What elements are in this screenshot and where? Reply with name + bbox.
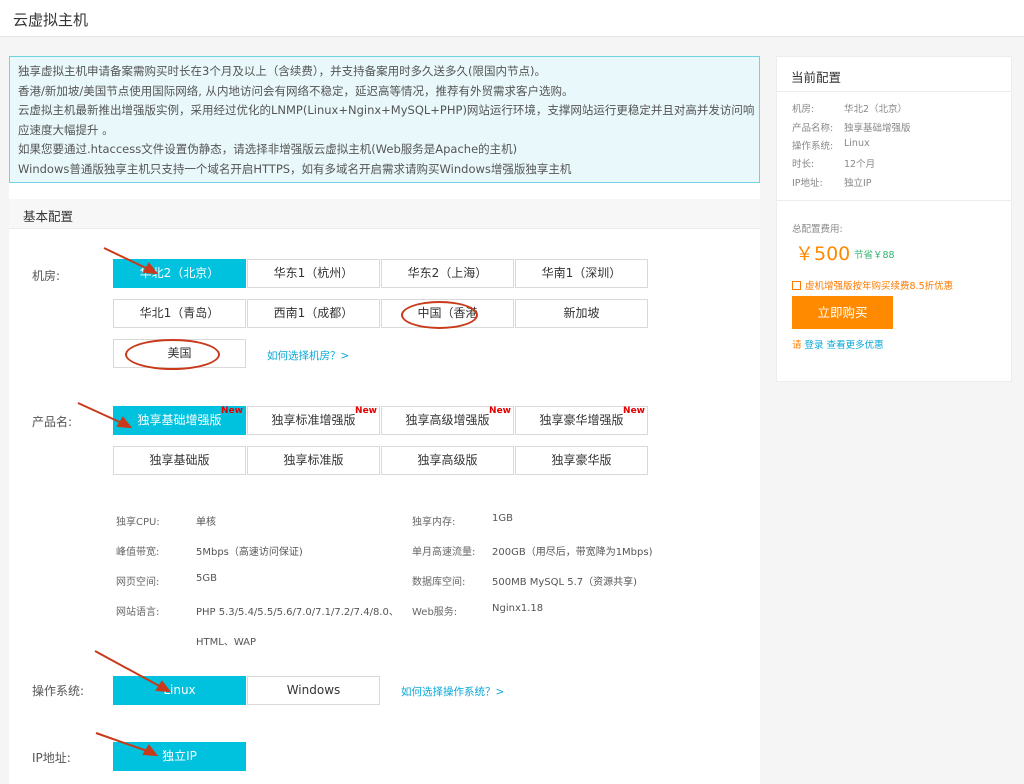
login-prefix: 请 bbox=[792, 340, 805, 351]
new-badge: New bbox=[489, 406, 511, 416]
notice-line: 云虚拟主机最新推出增强版实例，采用经过优化的LNMP(Linux+Nginx+M… bbox=[18, 103, 755, 117]
product-option-label: 独享标准增强版 bbox=[271, 413, 356, 427]
page-title: 云虚拟主机 bbox=[13, 11, 89, 29]
total-cost-label: 总配置费用: bbox=[792, 224, 843, 235]
spec-bandwidth-value: 5Mbps（高速访问保证) bbox=[196, 547, 303, 558]
product-option-standard[interactable]: 独享标准版 bbox=[247, 446, 380, 475]
region-option-shenzhen[interactable]: 华南1（深圳） bbox=[515, 259, 648, 288]
config-product-value: 独享基础增强版 bbox=[844, 123, 911, 134]
product-option-advanced[interactable]: 独享高级版 bbox=[381, 446, 514, 475]
spec-traffic-value: 200GB（用尽后，带宽降为1Mbps) bbox=[492, 547, 653, 558]
buy-now-button[interactable]: 立即购买 bbox=[792, 296, 893, 329]
login-hint: 请 登录 查看更多优惠 bbox=[792, 337, 884, 351]
product-option-luxury[interactable]: 独享豪华版 bbox=[515, 446, 648, 475]
promo-text: 虚机增强版按年购买续费8.5折优惠 bbox=[792, 278, 953, 292]
region-label: 机房: bbox=[32, 269, 61, 283]
config-region-label: 机房: bbox=[792, 104, 815, 115]
basic-config-header: 基本配置 bbox=[9, 199, 760, 229]
notice-line: 独享虚拟主机申请备案需购买时长在3个月及以上（含续费），并支持备案用时多久送多久… bbox=[18, 64, 547, 78]
spec-language-value-cont: HTML、WAP bbox=[196, 637, 257, 648]
config-region-value: 华北2（北京） bbox=[844, 104, 908, 115]
os-label: 操作系统: bbox=[32, 684, 85, 698]
os-option-linux[interactable]: Linux bbox=[113, 676, 246, 705]
product-option-standard-plus[interactable]: 独享标准增强版 New bbox=[247, 406, 380, 435]
top-bar: 云虚拟主机 bbox=[0, 0, 1024, 37]
spec-db-label: 数据库空间: bbox=[412, 577, 466, 588]
spec-mem-label: 独享内存: bbox=[412, 517, 456, 528]
spec-cpu-value: 单核 bbox=[196, 517, 216, 528]
product-option-label: 独享豪华增强版 bbox=[539, 413, 624, 427]
spec-webserver-label: Web服务: bbox=[412, 607, 458, 618]
ip-label: IP地址: bbox=[32, 751, 71, 765]
promo-label: 虚机增强版按年购买续费8.5折优惠 bbox=[805, 281, 954, 292]
config-duration-label: 时长: bbox=[792, 159, 815, 170]
more-discounts-link[interactable]: 查看更多优惠 bbox=[824, 340, 884, 351]
gift-icon bbox=[792, 281, 801, 290]
main-panel: 独享虚拟主机申请备案需购买时长在3个月及以上（含续费），并支持备案用时多久送多久… bbox=[9, 56, 760, 784]
config-duration-value: 12个月 bbox=[844, 159, 876, 170]
total-price: ￥500 bbox=[795, 243, 851, 265]
divider bbox=[777, 200, 1011, 201]
spec-webserver-value: Nginx1.18 bbox=[492, 603, 544, 614]
os-option-windows[interactable]: Windows bbox=[247, 676, 380, 705]
product-option-label: 独享基础增强版 bbox=[137, 413, 222, 427]
config-ip-value: 独立IP bbox=[844, 178, 872, 189]
config-os-value: Linux bbox=[844, 138, 870, 149]
product-option-basic-plus[interactable]: 独享基础增强版 New bbox=[113, 406, 246, 435]
spec-cpu-label: 独享CPU: bbox=[116, 517, 160, 528]
new-badge: New bbox=[623, 406, 645, 416]
region-option-hangzhou[interactable]: 华东1（杭州） bbox=[247, 259, 380, 288]
spec-language-value: PHP 5.3/5.4/5.5/5.6/7.0/7.1/7.2/7.4/8.0、 bbox=[196, 607, 399, 618]
region-help-link[interactable]: 如何选择机房？> bbox=[267, 348, 349, 363]
ip-option-dedicated[interactable]: 独立IP bbox=[113, 742, 246, 771]
region-option-beijing[interactable]: 华北2（北京） bbox=[113, 259, 246, 288]
spec-web-space-label: 网页空间: bbox=[116, 577, 160, 588]
product-option-basic[interactable]: 独享基础版 bbox=[113, 446, 246, 475]
product-label: 产品名: bbox=[32, 415, 73, 429]
notice-line: 应速度大幅提升 。 bbox=[18, 122, 114, 137]
region-option-chengdu[interactable]: 西南1（成都） bbox=[247, 299, 380, 328]
product-option-label: 独享高级增强版 bbox=[405, 413, 490, 427]
current-config-title: 当前配置 bbox=[791, 70, 842, 85]
spec-db-value: 500MB MySQL 5.7（资源共享) bbox=[492, 577, 638, 588]
notice-line: 香港/新加坡/美国节点使用国际网络, 从内地访问会有网络不稳定，延迟高等情况，推… bbox=[18, 83, 574, 98]
spec-web-space-value: 5GB bbox=[196, 573, 217, 584]
region-option-hongkong[interactable]: 中国（香港 bbox=[381, 299, 514, 328]
region-option-qingdao[interactable]: 华北1（青岛） bbox=[113, 299, 246, 328]
section-title: 基本配置 bbox=[23, 209, 74, 224]
current-config-header: 当前配置 bbox=[777, 57, 1011, 92]
product-option-advanced-plus[interactable]: 独享高级增强版 New bbox=[381, 406, 514, 435]
config-ip-label: IP地址: bbox=[792, 178, 823, 189]
savings-text: 节省￥88 bbox=[854, 250, 895, 261]
current-config-panel: 当前配置 机房: 华北2（北京） 产品名称: 独享基础增强版 操作系统: Lin… bbox=[776, 56, 1012, 382]
config-os-label: 操作系统: bbox=[792, 141, 834, 152]
region-option-singapore[interactable]: 新加坡 bbox=[515, 299, 648, 328]
new-badge: New bbox=[221, 406, 243, 416]
region-option-shanghai[interactable]: 华东2（上海） bbox=[381, 259, 514, 288]
config-product-label: 产品名称: bbox=[792, 123, 834, 134]
spec-mem-value: 1GB bbox=[492, 513, 513, 524]
spec-bandwidth-label: 峰值带宽: bbox=[116, 547, 160, 558]
notice-box: 独享虚拟主机申请备案需购买时长在3个月及以上（含续费），并支持备案用时多久送多久… bbox=[9, 56, 760, 183]
os-help-link[interactable]: 如何选择操作系统？> bbox=[401, 684, 504, 699]
notice-line: Windows普通版独享主机只支持一个域名开启HTTPS，如有多域名开启需求请购… bbox=[18, 161, 572, 176]
spec-language-label: 网站语言: bbox=[116, 607, 160, 618]
product-option-luxury-plus[interactable]: 独享豪华增强版 New bbox=[515, 406, 648, 435]
new-badge: New bbox=[355, 406, 377, 416]
login-link[interactable]: 登录 bbox=[805, 340, 824, 351]
spec-traffic-label: 单月高速流量: bbox=[412, 547, 476, 558]
region-option-usa[interactable]: 美国 bbox=[113, 339, 246, 368]
notice-line: 如果您要通过.htaccess文件设置伪静态，请选择非增强版云虚拟主机(Web服… bbox=[18, 142, 518, 156]
